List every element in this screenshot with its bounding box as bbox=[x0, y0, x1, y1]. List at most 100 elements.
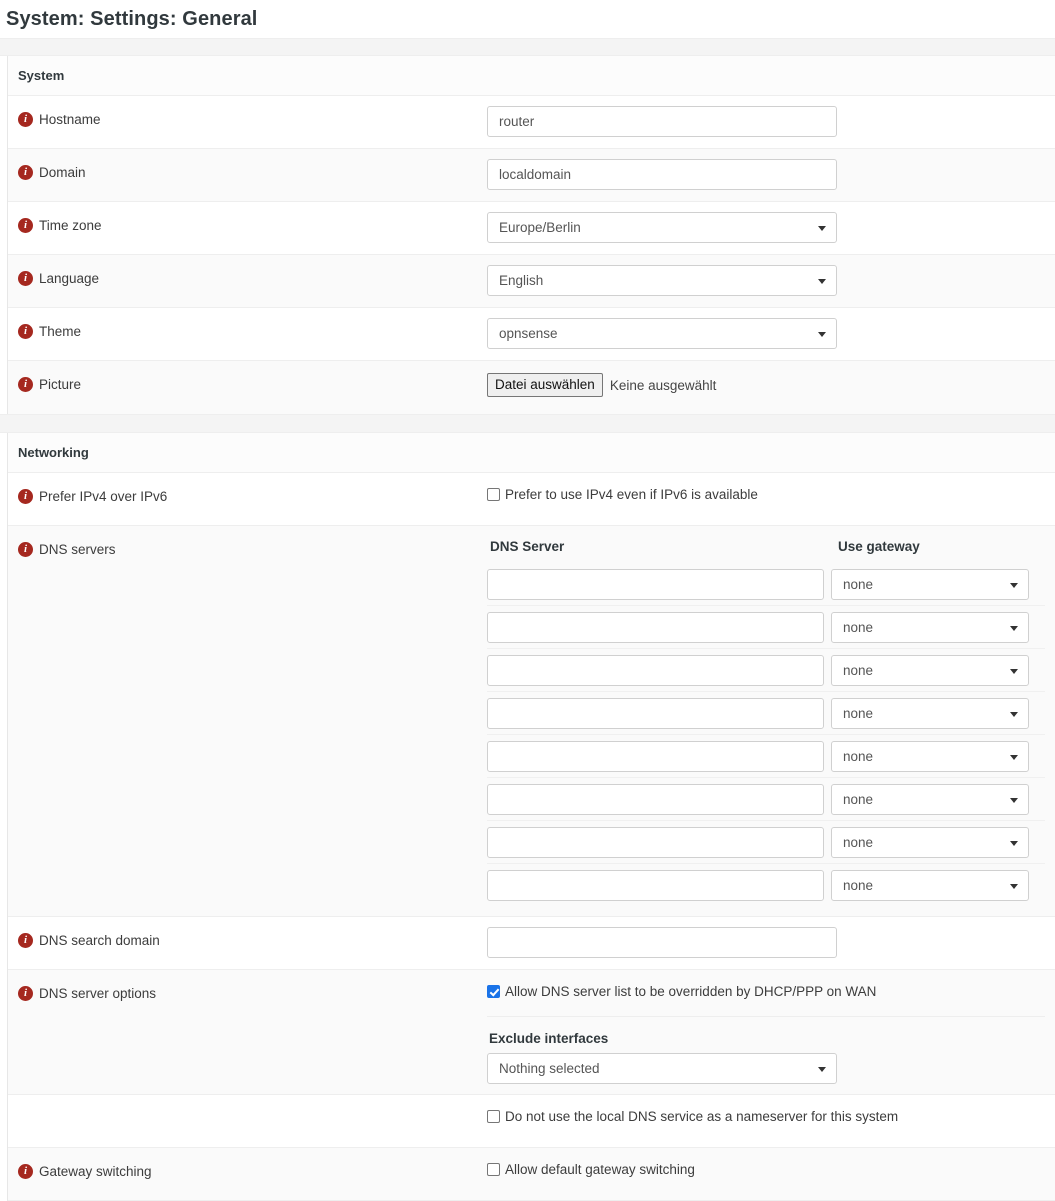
checkbox-box[interactable] bbox=[487, 1110, 500, 1123]
row-prefer-ipv4: i Prefer IPv4 over IPv6 Prefer to use IP… bbox=[8, 473, 1055, 526]
row-domain: i Domain bbox=[8, 149, 1055, 202]
use-gateway-select[interactable]: none bbox=[831, 870, 1029, 901]
dns-server-input[interactable] bbox=[487, 698, 824, 729]
field-picture-wrap: Datei auswählen Keine ausgewählt bbox=[487, 361, 1055, 407]
checkbox-box[interactable] bbox=[487, 985, 500, 998]
use-gateway-value: none bbox=[843, 749, 874, 764]
exclude-interfaces-select[interactable]: Nothing selected bbox=[487, 1053, 837, 1084]
divider bbox=[487, 1016, 1045, 1017]
theme-select[interactable]: opnsense bbox=[487, 318, 837, 349]
dns-server-input[interactable] bbox=[487, 741, 824, 772]
dns-server-input[interactable] bbox=[487, 784, 824, 815]
chevron-down-icon bbox=[1010, 668, 1018, 674]
time-zone-select[interactable]: Europe/Berlin bbox=[487, 212, 837, 243]
system-panel: System i Hostname i Domain i bbox=[7, 56, 1055, 414]
label-gateway-switching: i Gateway switching bbox=[8, 1148, 487, 1190]
dns-server-input[interactable] bbox=[487, 870, 824, 901]
language-select[interactable]: English bbox=[487, 265, 837, 296]
field-dns-server-options-wrap: Allow DNS server list to be overridden b… bbox=[487, 970, 1055, 1094]
dns-table-header: DNS Server Use gateway bbox=[487, 536, 1045, 563]
field-label: DNS search domain bbox=[39, 933, 160, 948]
field-dns-search-domain-wrap bbox=[487, 917, 1055, 968]
chevron-down-icon bbox=[818, 225, 826, 231]
chevron-down-icon bbox=[818, 331, 826, 337]
checkbox-box[interactable] bbox=[487, 1163, 500, 1176]
use-gateway-select[interactable]: none bbox=[831, 784, 1029, 815]
table-row: none bbox=[487, 692, 1045, 735]
file-status-text: Keine ausgewählt bbox=[609, 377, 717, 393]
section-header-system: System bbox=[8, 56, 1055, 96]
dns-override-checkbox[interactable]: Allow DNS server list to be overridden b… bbox=[487, 980, 1045, 1000]
dns-server-input[interactable] bbox=[487, 569, 824, 600]
hostname-input[interactable] bbox=[487, 106, 837, 137]
info-icon[interactable]: i bbox=[18, 271, 33, 286]
settings-general-page: System: Settings: General System i Hostn… bbox=[0, 0, 1055, 1201]
checkbox-box[interactable] bbox=[487, 488, 500, 501]
dns-server-input[interactable] bbox=[487, 827, 824, 858]
info-icon[interactable]: i bbox=[18, 112, 33, 127]
chevron-down-icon bbox=[1010, 754, 1018, 760]
dns-server-input[interactable] bbox=[487, 612, 824, 643]
row-time-zone: i Time zone Europe/Berlin bbox=[8, 202, 1055, 255]
chevron-down-icon bbox=[1010, 883, 1018, 889]
info-icon[interactable]: i bbox=[18, 986, 33, 1001]
dns-server-input[interactable] bbox=[487, 655, 824, 686]
gateway-switching-checkbox[interactable]: Allow default gateway switching bbox=[487, 1158, 1045, 1178]
field-local-dns-service-wrap: Do not use the local DNS service as a na… bbox=[487, 1095, 1055, 1135]
use-gateway-select[interactable]: none bbox=[831, 569, 1029, 600]
choose-file-button[interactable]: Datei auswählen bbox=[487, 373, 603, 397]
chevron-down-icon bbox=[1010, 797, 1018, 803]
picture-file-input[interactable]: Datei auswählen Keine ausgewählt bbox=[487, 371, 1045, 397]
info-icon[interactable]: i bbox=[18, 933, 33, 948]
row-gateway-switching: i Gateway switching Allow default gatewa… bbox=[8, 1148, 1055, 1201]
field-label: Theme bbox=[39, 324, 82, 339]
label-language: i Language bbox=[8, 255, 487, 297]
use-gateway-select[interactable]: none bbox=[831, 827, 1029, 858]
label-time-zone: i Time zone bbox=[8, 202, 487, 244]
label-picture: i Picture bbox=[8, 361, 487, 403]
dns-servers-table: DNS Server Use gateway none none none no… bbox=[487, 526, 1055, 916]
section-header-networking: Networking bbox=[8, 433, 1055, 473]
prefer-ipv4-checkbox[interactable]: Prefer to use IPv4 even if IPv6 is avail… bbox=[487, 483, 1045, 503]
label-domain: i Domain bbox=[8, 149, 487, 191]
field-label: Time zone bbox=[39, 218, 102, 233]
use-gateway-value: none bbox=[843, 835, 874, 850]
use-gateway-select[interactable]: none bbox=[831, 655, 1029, 686]
checkbox-label: Prefer to use IPv4 even if IPv6 is avail… bbox=[505, 487, 758, 502]
use-gateway-select[interactable]: none bbox=[831, 741, 1029, 772]
info-icon[interactable]: i bbox=[18, 165, 33, 180]
info-icon[interactable]: i bbox=[18, 218, 33, 233]
info-icon[interactable]: i bbox=[18, 1164, 33, 1179]
field-label: DNS server options bbox=[39, 986, 157, 1001]
table-row: none bbox=[487, 649, 1045, 692]
chevron-down-icon bbox=[1010, 711, 1018, 717]
time-zone-value: Europe/Berlin bbox=[499, 220, 581, 235]
field-theme-wrap: opnsense bbox=[487, 308, 1055, 359]
table-row: none bbox=[487, 563, 1045, 606]
info-icon[interactable]: i bbox=[18, 489, 33, 504]
info-icon[interactable]: i bbox=[18, 324, 33, 339]
row-dns-servers: i DNS servers DNS Server Use gateway non… bbox=[8, 526, 1055, 917]
info-icon[interactable]: i bbox=[18, 377, 33, 392]
label-dns-server-options: i DNS server options bbox=[8, 970, 487, 1012]
use-gateway-value: none bbox=[843, 792, 874, 807]
label-theme: i Theme bbox=[8, 308, 487, 350]
use-gateway-select[interactable]: none bbox=[831, 698, 1029, 729]
field-hostname-wrap bbox=[487, 96, 1055, 147]
row-dns-search-domain: i DNS search domain bbox=[8, 917, 1055, 970]
use-gateway-value: none bbox=[843, 620, 874, 635]
column-header-use-gateway: Use gateway bbox=[838, 539, 920, 554]
field-prefer-ipv4-wrap: Prefer to use IPv4 even if IPv6 is avail… bbox=[487, 473, 1055, 513]
info-icon[interactable]: i bbox=[18, 542, 33, 557]
local-dns-service-checkbox[interactable]: Do not use the local DNS service as a na… bbox=[487, 1105, 1045, 1125]
field-time-zone-wrap: Europe/Berlin bbox=[487, 202, 1055, 253]
dns-search-domain-input[interactable] bbox=[487, 927, 837, 958]
chevron-down-icon bbox=[1010, 582, 1018, 588]
use-gateway-select[interactable]: none bbox=[831, 612, 1029, 643]
chevron-down-icon bbox=[1010, 625, 1018, 631]
checkbox-label: Allow default gateway switching bbox=[505, 1162, 695, 1177]
domain-input[interactable] bbox=[487, 159, 837, 190]
field-label: Domain bbox=[39, 165, 86, 180]
page-title: System: Settings: General bbox=[6, 8, 258, 30]
table-row: none bbox=[487, 864, 1045, 906]
